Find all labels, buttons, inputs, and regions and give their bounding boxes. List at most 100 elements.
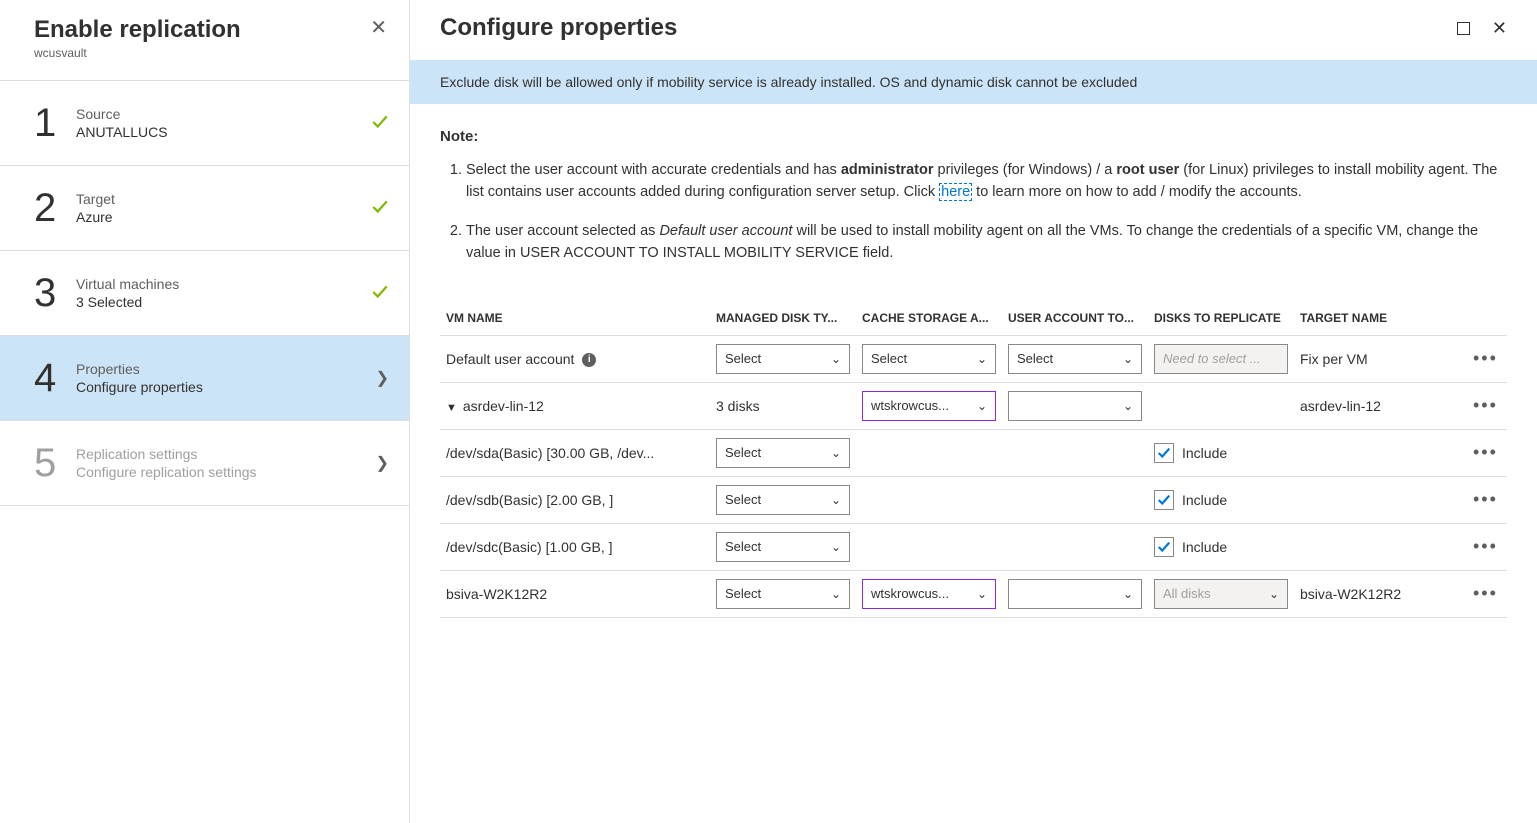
chevron-down-icon: ⌄ <box>831 352 841 366</box>
wizard-title: Enable replication <box>34 16 379 44</box>
user-account-select[interactable]: Select⌄ <box>1008 344 1142 374</box>
row-name-cell: Default user account i <box>440 335 710 382</box>
note-bold: root user <box>1116 162 1179 178</box>
chevron-down-icon: ⌄ <box>1123 587 1133 601</box>
chevron-down-icon: ⌄ <box>1123 399 1133 413</box>
cache-storage-select[interactable]: wtskrowcus...⌄ <box>862 391 996 421</box>
wizard-subtitle: wcusvault <box>34 46 379 60</box>
disk-name-cell: /dev/sdb(Basic) [2.00 GB, ] <box>440 476 710 523</box>
content-body: Note: Select the user account with accur… <box>410 104 1537 618</box>
user-account-select[interactable]: ⌄ <box>1008 391 1142 421</box>
col-cache-storage[interactable]: CACHE STORAGE A... <box>856 301 1002 336</box>
info-icon[interactable]: i <box>582 353 596 367</box>
close-icon[interactable]: ✕ <box>1492 18 1507 38</box>
step-target[interactable]: 2 Target Azure <box>0 166 409 251</box>
triangle-down-icon[interactable]: ▼ <box>446 402 457 414</box>
target-name-cell: asrdev-lin-12 <box>1294 382 1467 429</box>
default-account-label: Default user account <box>446 351 574 367</box>
include-label: Include <box>1182 445 1227 461</box>
include-checkbox[interactable]: Include <box>1154 537 1227 557</box>
step-subtitle: Azure <box>76 209 371 225</box>
more-icon[interactable]: ••• <box>1473 348 1498 368</box>
note-text: privileges (for Windows) / a <box>933 162 1116 178</box>
disk-name-cell: /dev/sdc(Basic) [1.00 GB, ] <box>440 523 710 570</box>
step-title: Target <box>76 191 371 207</box>
chevron-right-icon: ❯ <box>376 368 389 388</box>
managed-disk-select[interactable]: Select⌄ <box>716 579 850 609</box>
include-label: Include <box>1182 539 1227 555</box>
step-title: Properties <box>76 361 376 377</box>
step-subtitle: ANUTALLUCS <box>76 124 371 140</box>
content-header: Configure properties ✕ <box>410 0 1537 60</box>
user-account-select[interactable]: ⌄ <box>1008 579 1142 609</box>
col-managed-disk-type[interactable]: MANAGED DISK TY... <box>710 301 856 336</box>
vm-row-expanded: ▼asrdev-lin-12 3 disks wtskrowcus...⌄ ⌄ … <box>440 382 1507 429</box>
col-target-name[interactable]: TARGET NAME <box>1294 301 1467 336</box>
content-title: Configure properties <box>440 14 1421 42</box>
note-text: The user account selected as <box>466 223 659 239</box>
note-bold: administrator <box>841 162 934 178</box>
chevron-right-icon: ❯ <box>376 453 389 473</box>
vm-name-cell[interactable]: ▼asrdev-lin-12 <box>440 382 710 429</box>
col-user-account[interactable]: USER ACCOUNT TO... <box>1002 301 1148 336</box>
check-icon <box>371 113 389 134</box>
step-title: Replication settings <box>76 446 376 462</box>
more-icon[interactable]: ••• <box>1473 583 1498 603</box>
default-account-row: Default user account i Select⌄ Select⌄ S… <box>440 335 1507 382</box>
properties-table: VM NAME MANAGED DISK TY... CACHE STORAGE… <box>440 301 1507 618</box>
chevron-down-icon: ⌄ <box>831 587 841 601</box>
note-heading: Note: <box>440 128 1507 145</box>
step-number: 2 <box>34 188 76 228</box>
step-title: Source <box>76 106 371 122</box>
chevron-down-icon: ⌄ <box>831 493 841 507</box>
disk-count-cell: 3 disks <box>710 382 856 429</box>
step-number: 3 <box>34 273 76 313</box>
cache-storage-select[interactable]: wtskrowcus...⌄ <box>862 579 996 609</box>
learn-more-link[interactable]: here <box>939 183 972 201</box>
step-properties[interactable]: 4 Properties Configure properties ❯ <box>0 336 409 421</box>
note-item: Select the user account with accurate cr… <box>466 159 1507 204</box>
managed-disk-select[interactable]: Select⌄ <box>716 532 850 562</box>
check-icon <box>371 198 389 219</box>
step-title: Virtual machines <box>76 276 371 292</box>
step-virtual-machines[interactable]: 3 Virtual machines 3 Selected <box>0 251 409 336</box>
col-disks-replicate[interactable]: DISKS TO REPLICATE <box>1148 301 1294 336</box>
wizard-sidebar: Enable replication wcusvault ✕ 1 Source … <box>0 0 410 823</box>
note-em: Default user account <box>659 223 792 239</box>
chevron-down-icon: ⌄ <box>831 446 841 460</box>
chevron-down-icon: ⌄ <box>1269 587 1279 601</box>
managed-disk-select[interactable]: Select⌄ <box>716 485 850 515</box>
include-checkbox[interactable]: Include <box>1154 490 1227 510</box>
step-number: 5 <box>34 443 76 483</box>
more-icon[interactable]: ••• <box>1473 442 1498 462</box>
step-replication-settings[interactable]: 5 Replication settings Configure replica… <box>0 421 409 506</box>
chevron-down-icon: ⌄ <box>977 352 987 366</box>
maximize-icon[interactable] <box>1439 18 1470 38</box>
note-item: The user account selected as Default use… <box>466 220 1507 265</box>
managed-disk-select[interactable]: Select⌄ <box>716 344 850 374</box>
info-banner: Exclude disk will be allowed only if mob… <box>410 60 1537 104</box>
more-icon[interactable]: ••• <box>1473 536 1498 556</box>
more-icon[interactable]: ••• <box>1473 489 1498 509</box>
step-source[interactable]: 1 Source ANUTALLUCS <box>0 81 409 166</box>
note-text: Select the user account with accurate cr… <box>466 162 841 178</box>
more-icon[interactable]: ••• <box>1473 395 1498 415</box>
disk-row: /dev/sdc(Basic) [1.00 GB, ] Select⌄ Incl… <box>440 523 1507 570</box>
cache-storage-select[interactable]: Select⌄ <box>862 344 996 374</box>
include-checkbox[interactable]: Include <box>1154 443 1227 463</box>
disk-row: /dev/sdb(Basic) [2.00 GB, ] Select⌄ Incl… <box>440 476 1507 523</box>
disks-replicate-select[interactable]: All disks⌄ <box>1154 579 1288 609</box>
disk-name-cell: /dev/sda(Basic) [30.00 GB, /dev... <box>440 429 710 476</box>
disks-replicate-disabled: Need to select ... <box>1154 344 1288 374</box>
note-text: to learn more on how to add / modify the… <box>972 184 1302 200</box>
managed-disk-select[interactable]: Select⌄ <box>716 438 850 468</box>
chevron-down-icon: ⌄ <box>831 540 841 554</box>
vm-name-cell[interactable]: bsiva-W2K12R2 <box>440 570 710 617</box>
include-label: Include <box>1182 492 1227 508</box>
col-vm-name[interactable]: VM NAME <box>440 301 710 336</box>
vm-row: bsiva-W2K12R2 Select⌄ wtskrowcus...⌄ ⌄ A… <box>440 570 1507 617</box>
close-icon[interactable]: ✕ <box>370 18 387 38</box>
step-number: 1 <box>34 103 76 143</box>
wizard-header: Enable replication wcusvault ✕ <box>0 16 409 72</box>
chevron-down-icon: ⌄ <box>1123 352 1133 366</box>
